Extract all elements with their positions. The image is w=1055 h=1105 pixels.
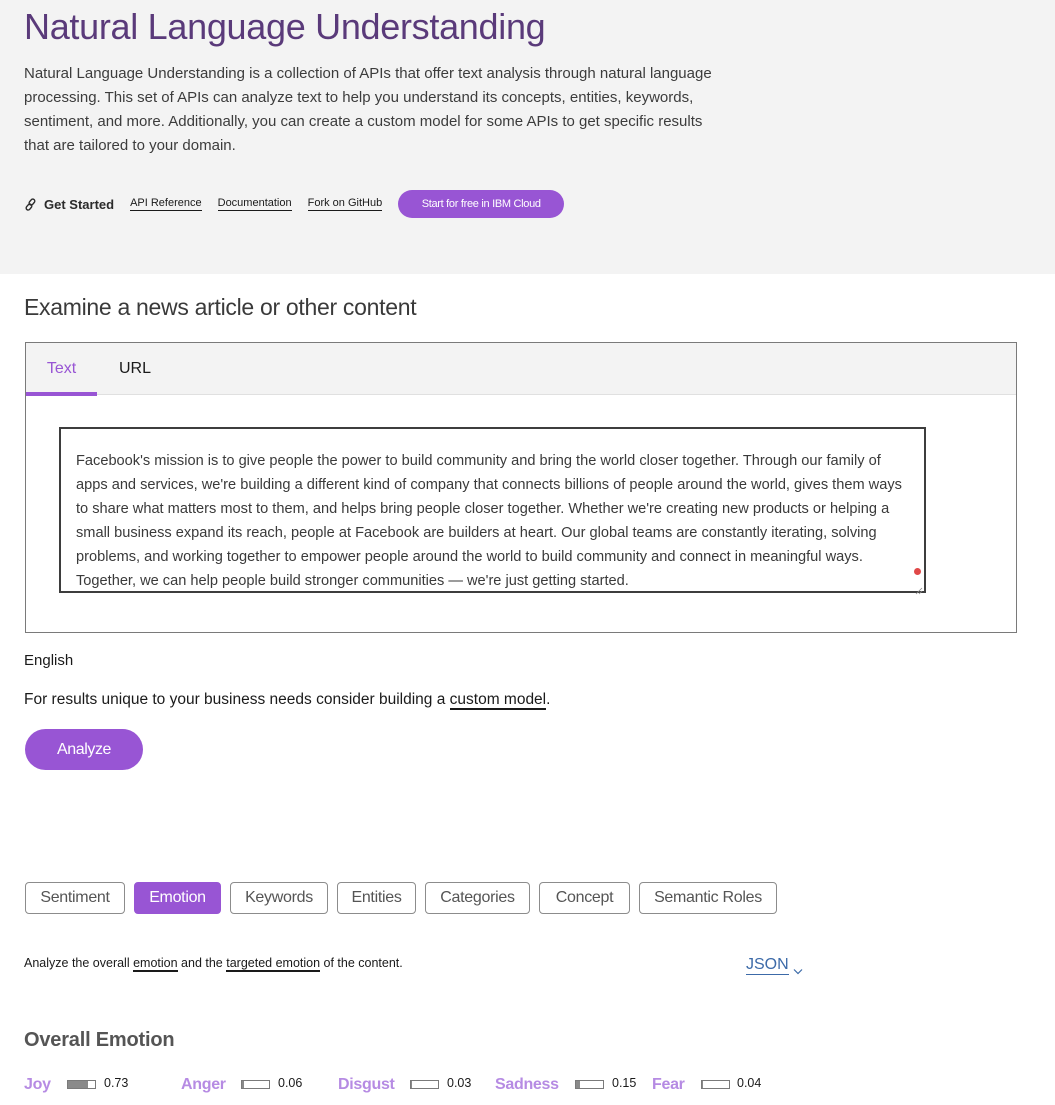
emotion-value-fear: 0.04: [737, 1076, 762, 1090]
text-input[interactable]: Facebook's mission is to give people the…: [61, 429, 924, 591]
start-free-ibm-cloud-button[interactable]: Start for free in IBM Cloud: [398, 190, 565, 218]
analyze-button[interactable]: Analyze: [25, 729, 143, 770]
emotion-joy: Joy: [24, 1074, 51, 1096]
tab-url[interactable]: URL: [108, 343, 162, 394]
hero-banner: Natural Language Understanding Natural L…: [0, 0, 1055, 274]
tab-text[interactable]: Text: [26, 343, 97, 396]
emotion-label: Joy: [24, 1076, 51, 1093]
json-toggle[interactable]: JSON: [746, 956, 803, 975]
emotion-bar-joy: [67, 1080, 96, 1089]
emotion-bar-sadness: [575, 1080, 604, 1089]
tab-categories[interactable]: Categories: [425, 882, 530, 914]
custom-model-suffix: .: [546, 691, 551, 708]
link-icon: [24, 197, 38, 211]
emotion-label: Sadness: [495, 1076, 559, 1093]
emotion-link[interactable]: emotion: [133, 956, 178, 972]
emotion-disgust: Disgust: [338, 1074, 395, 1096]
desc-suffix: of the content.: [320, 956, 403, 970]
emotion-anger: Anger: [181, 1074, 226, 1096]
page-title: Natural Language Understanding: [24, 6, 546, 47]
emotion-description: Analyze the overall emotion and the targ…: [24, 956, 403, 972]
emotion-fill-anger: [242, 1081, 244, 1088]
emotion-bar-disgust: [410, 1080, 439, 1089]
emotion-label: Disgust: [338, 1076, 395, 1093]
tab-emotion[interactable]: Emotion: [134, 882, 221, 914]
emotion-sadness: Sadness: [495, 1074, 559, 1096]
desc-prefix: Analyze the overall: [24, 956, 134, 970]
targeted-emotion-link[interactable]: targeted emotion: [226, 956, 321, 972]
hero-links: Get Started API Reference Documentation …: [24, 190, 565, 218]
overall-emotion-title: Overall Emotion: [24, 1029, 175, 1051]
chevron-down-icon: [793, 962, 803, 974]
text-input-wrapper: Facebook's mission is to give people the…: [59, 427, 926, 595]
tab-keywords[interactable]: Keywords: [230, 882, 328, 914]
tab-concept[interactable]: Concept: [539, 882, 630, 914]
emotion-label: Anger: [181, 1076, 226, 1093]
feature-tabs: Sentiment Emotion Keywords Entities Cate…: [25, 882, 786, 914]
emotion-bar-fear: [701, 1080, 730, 1089]
emotion-value-sadness: 0.15: [612, 1076, 637, 1090]
json-label[interactable]: JSON: [746, 956, 789, 975]
emotion-fill-sadness: [576, 1081, 581, 1088]
tab-entities[interactable]: Entities: [337, 882, 416, 914]
emotion-label: Fear: [652, 1076, 685, 1093]
language-label: English: [24, 652, 74, 669]
tab-semantic-roles[interactable]: Semantic Roles: [639, 882, 777, 914]
emotion-fill-fear: [702, 1081, 704, 1088]
custom-model-link[interactable]: custom model: [449, 691, 547, 710]
resize-handle-icon[interactable]: [915, 582, 923, 595]
emotion-bar-anger: [241, 1080, 270, 1089]
section-title: Examine a news article or other content: [24, 294, 417, 320]
get-started-label: Get Started: [44, 196, 115, 212]
status-dot-icon: [914, 568, 921, 575]
desc-middle: and the: [177, 956, 227, 970]
emotion-value-anger: 0.06: [278, 1076, 303, 1090]
emotion-value-joy: 0.73: [104, 1076, 129, 1090]
documentation-link[interactable]: Documentation: [217, 197, 292, 211]
input-panel: Text URL Facebook's mission is to give p…: [25, 342, 1017, 633]
fork-on-github-link[interactable]: Fork on GitHub: [307, 197, 383, 211]
emotion-fear: Fear: [652, 1074, 685, 1096]
custom-model-prefix: For results unique to your business need…: [24, 691, 450, 708]
tab-sentiment[interactable]: Sentiment: [25, 882, 125, 914]
api-reference-link[interactable]: API Reference: [130, 197, 202, 211]
emotion-fill-joy: [68, 1081, 88, 1088]
custom-model-hint: For results unique to your business need…: [24, 691, 551, 710]
emotion-value-disgust: 0.03: [447, 1076, 472, 1090]
hero-description: Natural Language Understanding is a coll…: [24, 65, 712, 154]
emotion-fill-disgust: [411, 1081, 412, 1088]
input-tab-bar: Text URL: [26, 343, 1016, 396]
